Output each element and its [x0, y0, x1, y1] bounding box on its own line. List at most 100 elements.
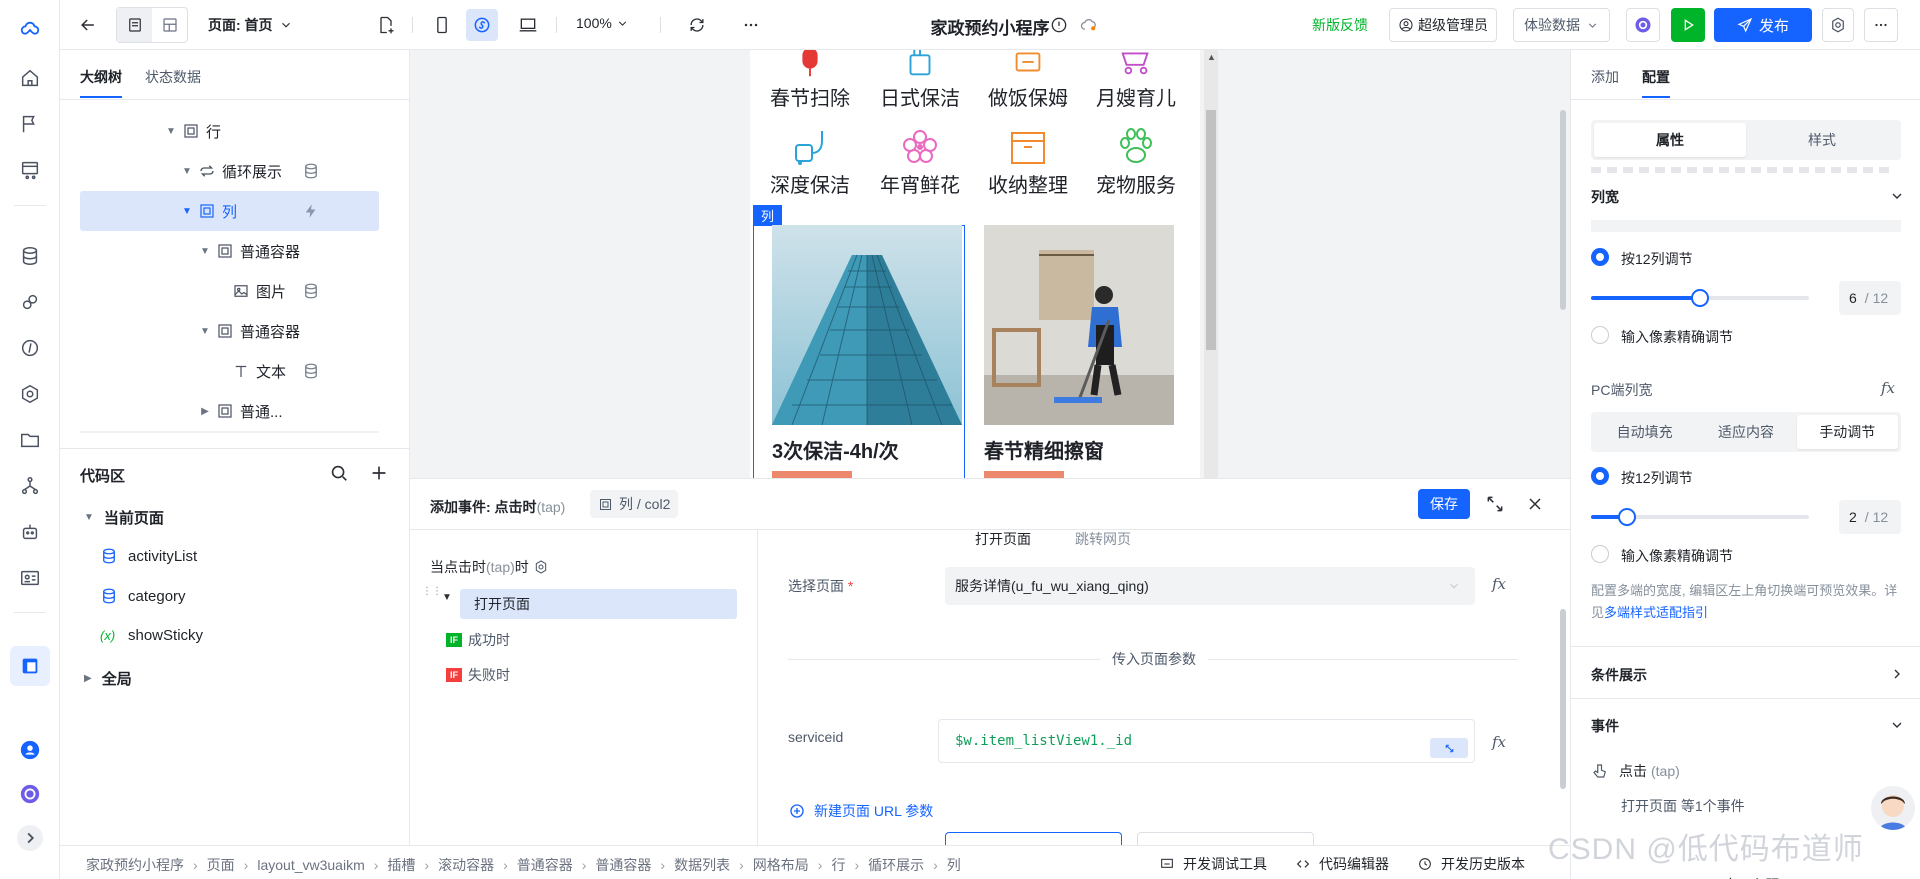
event-summary[interactable]: 打开页面 等1个事件 [1621, 796, 1745, 816]
pc-width-input[interactable]: 2 / 12 [1839, 500, 1901, 534]
home-icon[interactable] [10, 58, 50, 98]
tab-jump-url[interactable]: 跳转网页 [1075, 529, 1131, 549]
radio-by-12-mobile[interactable] [1591, 248, 1609, 266]
tab-state-data[interactable]: 状态数据 [145, 67, 201, 87]
fx-icon[interactable]: fx [1881, 379, 1895, 397]
user-avatar-icon[interactable] [10, 730, 50, 770]
fx-icon[interactable]: fx [1492, 575, 1506, 593]
pc-mode-manual[interactable]: 手动调节 [1796, 415, 1898, 449]
history-button[interactable]: 开发历史版本 [1417, 854, 1525, 874]
feedback-link[interactable]: 新版反馈 [1312, 15, 1368, 35]
tree-item-loop[interactable]: ▼ 循环展示 [80, 151, 378, 191]
canvas-scrollbar[interactable] [1560, 110, 1566, 310]
more-icon[interactable] [735, 9, 767, 41]
chevron-right-icon[interactable] [1889, 666, 1905, 682]
search-icon[interactable] [328, 462, 350, 484]
add-page-icon[interactable] [370, 9, 402, 41]
breadcrumb-item[interactable]: 滚动容器 [438, 855, 494, 875]
events-title[interactable]: 事件 [1591, 716, 1619, 736]
param-value-input[interactable]: $w.item_listView1._id [938, 719, 1475, 763]
tab-open-page[interactable]: 打开页面 [975, 529, 1031, 549]
mobile-view-icon[interactable] [426, 9, 458, 41]
breadcrumb-item[interactable]: layout_vw3uaikm [257, 857, 364, 873]
breadcrumb-item[interactable]: 行 [831, 855, 845, 875]
select-page-dropdown[interactable]: 服务详情(u_fu_wu_xiang_qing) [945, 567, 1475, 605]
id-card-icon[interactable] [10, 558, 50, 598]
category-item[interactable]: 月嫂育儿 [1081, 50, 1191, 111]
tree-item-container[interactable]: ▼ 普通容器 [80, 311, 378, 351]
page-list-icon[interactable] [117, 8, 152, 42]
card-image[interactable] [984, 225, 1174, 425]
failure-branch[interactable]: IF 失败时 [446, 665, 510, 685]
preview-button[interactable] [1671, 8, 1705, 42]
slider-thumb[interactable] [1691, 289, 1709, 307]
more-menu-button[interactable] [1864, 8, 1898, 42]
slider-thumb[interactable] [1618, 508, 1637, 526]
add-icon[interactable] [368, 462, 390, 484]
maximize-icon[interactable] [1485, 494, 1505, 514]
tree-item-column[interactable]: ▼ 列 [80, 191, 379, 231]
expand-icon[interactable] [10, 818, 50, 858]
flag-icon[interactable] [10, 104, 50, 144]
action-open-page[interactable]: 打开页面 [460, 589, 737, 619]
breadcrumb-item[interactable]: 页面 [207, 855, 235, 875]
ai-assistant-button[interactable] [1626, 8, 1660, 42]
hexagon-icon[interactable] [10, 374, 50, 414]
hint-link[interactable]: 多端样式适配指引 [1604, 605, 1708, 620]
code-item-showsticky[interactable]: (x) showSticky [100, 627, 203, 644]
cloud-status-icon[interactable] [1073, 9, 1105, 41]
card-image[interactable] [772, 225, 962, 425]
desktop-view-icon[interactable] [512, 9, 544, 41]
assistant-avatar[interactable] [1871, 786, 1915, 830]
refresh-icon[interactable] [681, 9, 713, 41]
publish-button[interactable]: 发布 [1714, 8, 1812, 42]
breadcrumb-item[interactable]: 家政预约小程序 [86, 855, 184, 875]
admin-button[interactable]: 超级管理员 [1389, 8, 1497, 42]
tab-config[interactable]: 配置 [1642, 67, 1670, 87]
drag-handle-icon[interactable]: ⋮⋮ [422, 587, 442, 607]
debug-tools-button[interactable]: 开发调试工具 [1159, 854, 1267, 874]
close-icon[interactable] [1525, 494, 1545, 514]
back-arrow-icon[interactable] [72, 9, 104, 41]
theme-button[interactable]: 应用主题 [1701, 875, 1779, 879]
preview-scrollbar[interactable]: ▲ [1204, 50, 1218, 478]
category-item[interactable]: 深度保洁 [755, 125, 865, 198]
logo-icon[interactable] [10, 10, 50, 50]
radio-by-12-pc[interactable] [1591, 467, 1609, 485]
tab-style[interactable]: 样式 [1746, 123, 1898, 157]
pc-mode-fit[interactable]: 适应内容 [1695, 415, 1796, 449]
category-item[interactable]: 年宵鲜花 [865, 125, 975, 198]
assistant-icon[interactable] [10, 774, 50, 814]
breadcrumb-item[interactable]: 数据列表 [674, 855, 730, 875]
workflow-icon[interactable] [10, 466, 50, 506]
tree-item-container-collapsed[interactable]: ▶ 普通... [80, 391, 378, 431]
tree-item-row[interactable]: ▼ 行 [80, 111, 378, 151]
event-scrollbar[interactable] [1560, 609, 1566, 789]
tree-item-image[interactable]: 图片 [80, 271, 378, 311]
radio-pixel-mobile[interactable] [1591, 326, 1609, 344]
breadcrumb-item[interactable]: 循环展示 [868, 855, 924, 875]
database-icon[interactable] [10, 236, 50, 276]
mini-program-view-icon[interactable] [466, 9, 498, 41]
save-button[interactable]: 保存 [1418, 489, 1470, 519]
breadcrumb-item[interactable]: 普通容器 [517, 855, 573, 875]
data-mode-select[interactable]: 体验数据 [1513, 8, 1610, 42]
code-current-page[interactable]: ▼ 当前页面 [84, 507, 164, 528]
category-item[interactable]: 春节扫除 [755, 50, 865, 111]
breadcrumb-item[interactable]: 网格布局 [753, 855, 809, 875]
caret-icon[interactable]: ▼ [442, 592, 452, 603]
mobile-width-input[interactable]: 6 / 12 [1839, 281, 1901, 315]
gear-icon[interactable] [533, 559, 549, 575]
conditional-display-title[interactable]: 条件展示 [1591, 665, 1647, 685]
link-icon[interactable] [10, 282, 50, 322]
pc-mode-auto[interactable]: 自动填充 [1594, 415, 1695, 449]
category-item[interactable]: 做饭保姆 [973, 50, 1083, 111]
robot-icon[interactable] [10, 512, 50, 552]
breadcrumb-item[interactable]: 列 [947, 855, 961, 875]
success-branch[interactable]: IF 成功时 [446, 630, 510, 650]
code-editor-button[interactable]: 代码编辑器 [1295, 854, 1389, 874]
code-item-activitylist[interactable]: activityList [100, 547, 197, 565]
folder-icon[interactable] [10, 420, 50, 460]
layout-icon[interactable] [10, 646, 50, 686]
tab-properties[interactable]: 属性 [1594, 123, 1746, 157]
